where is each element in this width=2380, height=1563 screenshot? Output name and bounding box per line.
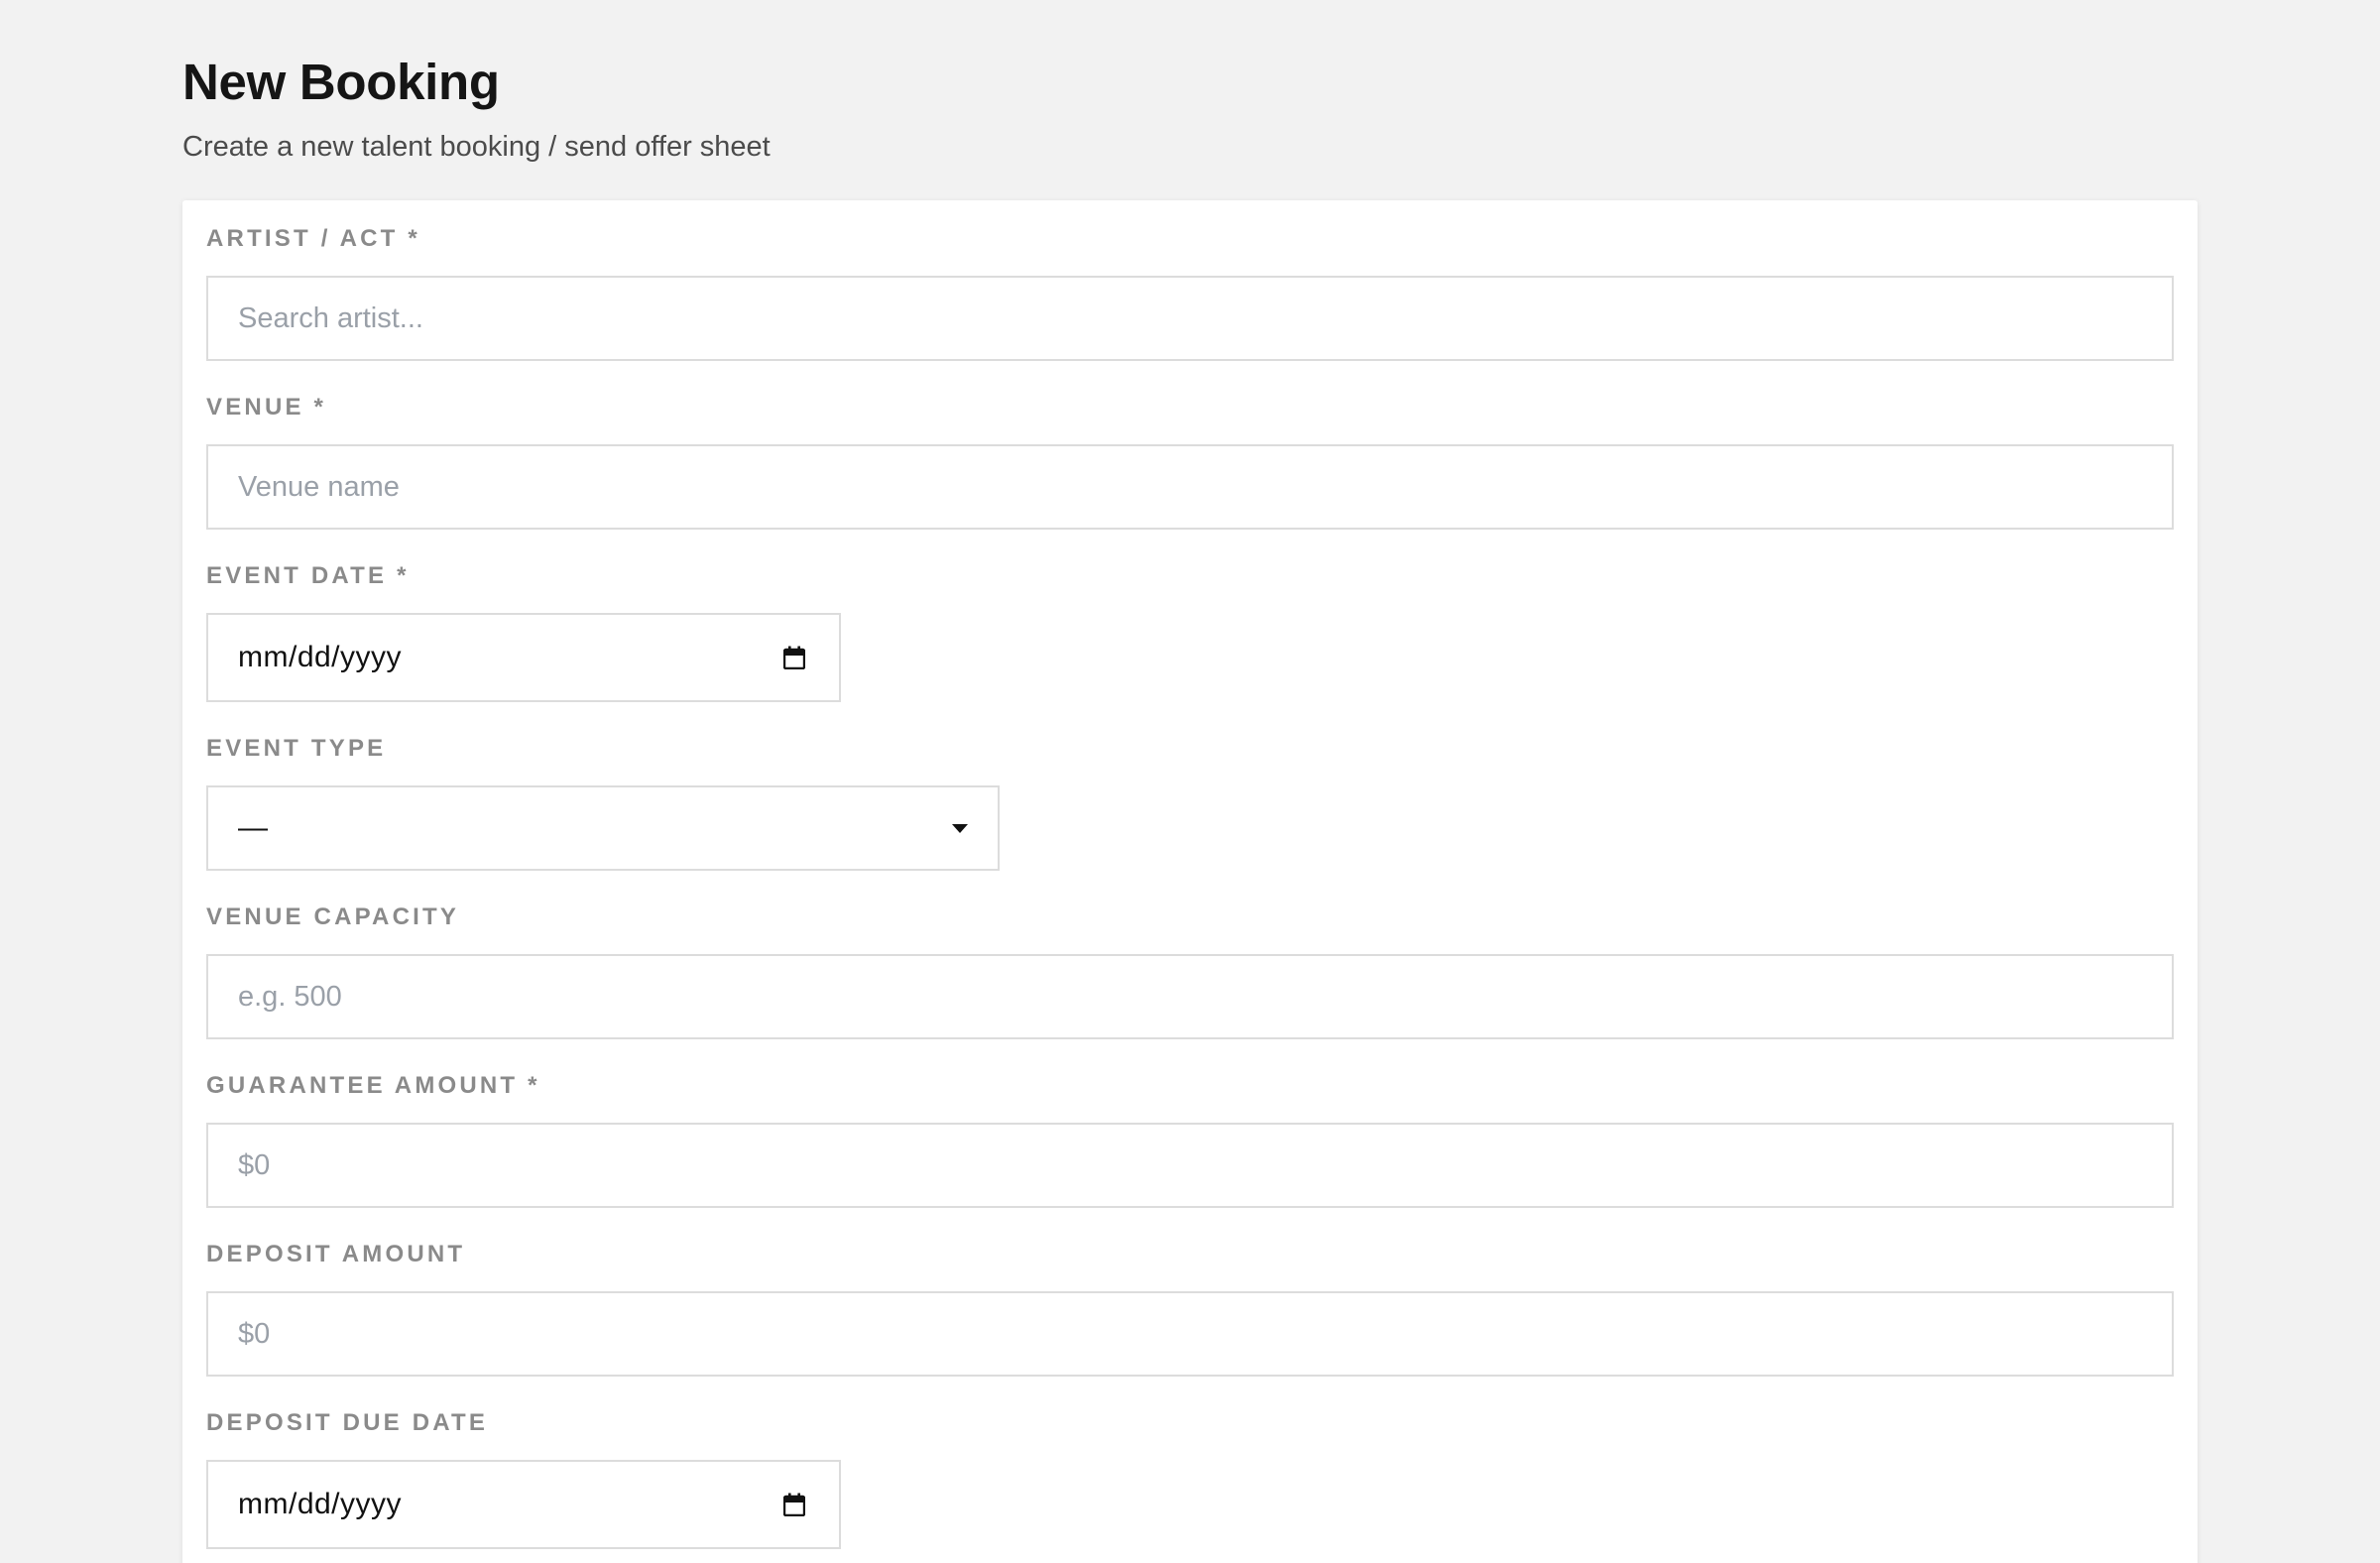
guarantee-amount-label: GUARANTEE AMOUNT * bbox=[206, 1072, 540, 1099]
venue-capacity-label: VENUE CAPACITY bbox=[206, 903, 460, 930]
page: New Booking Create a new talent booking … bbox=[0, 0, 2380, 1563]
event-date-input[interactable]: mm/dd/yyyy bbox=[206, 613, 841, 702]
event-type-label: EVENT TYPE bbox=[206, 735, 387, 762]
artist-field[interactable] bbox=[206, 276, 2174, 361]
artist-label: ARTIST / ACT * bbox=[206, 225, 420, 252]
event-type-value[interactable]: — bbox=[238, 811, 268, 845]
deposit-amount-label: DEPOSIT AMOUNT bbox=[206, 1241, 466, 1267]
page-title: New Booking bbox=[182, 54, 500, 110]
chevron-down-icon[interactable] bbox=[952, 823, 968, 833]
deposit-due-date-input[interactable]: mm/dd/yyyy bbox=[206, 1460, 841, 1549]
event-date-value[interactable]: mm/dd/yyyy bbox=[238, 641, 402, 674]
page-subtitle: Create a new talent booking / send offer… bbox=[182, 131, 771, 163]
deposit-due-date-label: DEPOSIT DUE DATE bbox=[206, 1409, 489, 1436]
deposit-amount-field[interactable] bbox=[206, 1291, 2174, 1377]
guarantee-amount-field[interactable] bbox=[206, 1123, 2174, 1208]
calendar-icon[interactable] bbox=[782, 1493, 806, 1517]
guarantee-amount-input[interactable] bbox=[208, 1125, 2172, 1206]
venue-label: VENUE * bbox=[206, 394, 327, 421]
page-header: New Booking Create a new talent booking … bbox=[182, 50, 771, 165]
deposit-due-date-value[interactable]: mm/dd/yyyy bbox=[238, 1488, 402, 1521]
venue-capacity-input[interactable] bbox=[208, 956, 2172, 1037]
deposit-amount-input[interactable] bbox=[208, 1293, 2172, 1375]
venue-capacity-field[interactable] bbox=[206, 954, 2174, 1039]
calendar-icon[interactable] bbox=[782, 646, 806, 670]
venue-field[interactable] bbox=[206, 444, 2174, 530]
venue-input[interactable] bbox=[208, 446, 2172, 528]
artist-search-input[interactable] bbox=[208, 278, 2172, 359]
event-date-label: EVENT DATE * bbox=[206, 562, 410, 589]
event-type-select[interactable]: — bbox=[206, 785, 1000, 871]
booking-form: ARTIST / ACT * VENUE * EVENT DATE * mm/d… bbox=[182, 200, 2198, 1563]
